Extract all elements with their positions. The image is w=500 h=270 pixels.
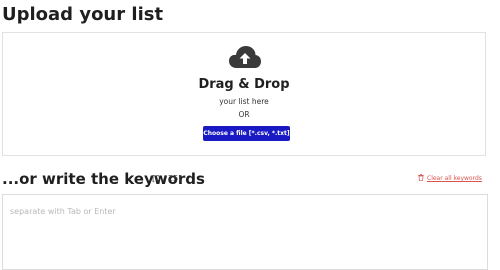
dropzone-heading: Drag & Drop <box>198 77 290 92</box>
choose-file-button[interactable]: Choose a file [*.csv, *.txt] <box>203 126 290 141</box>
trash-icon <box>418 174 424 181</box>
clear-all-keywords-label: Clear all keywords <box>427 175 482 182</box>
keywords-placeholder: separate with Tab or Enter <box>10 207 116 216</box>
cloud-upload-icon <box>229 46 261 68</box>
file-dropzone[interactable]: Drag & Drop your list here OR Choose a f… <box>2 32 486 156</box>
dropzone-or: OR <box>238 110 250 119</box>
page: Upload your list Drag & Drop your list h… <box>0 0 500 270</box>
upload-title: Upload your list <box>2 4 164 25</box>
keywords-input[interactable]: separate with Tab or Enter <box>2 194 488 270</box>
clear-all-keywords-link[interactable]: Clear all keywords <box>418 174 482 183</box>
dropzone-subtext: your list here <box>219 97 269 106</box>
keyword-counter: [0 / 25] <box>152 174 182 183</box>
